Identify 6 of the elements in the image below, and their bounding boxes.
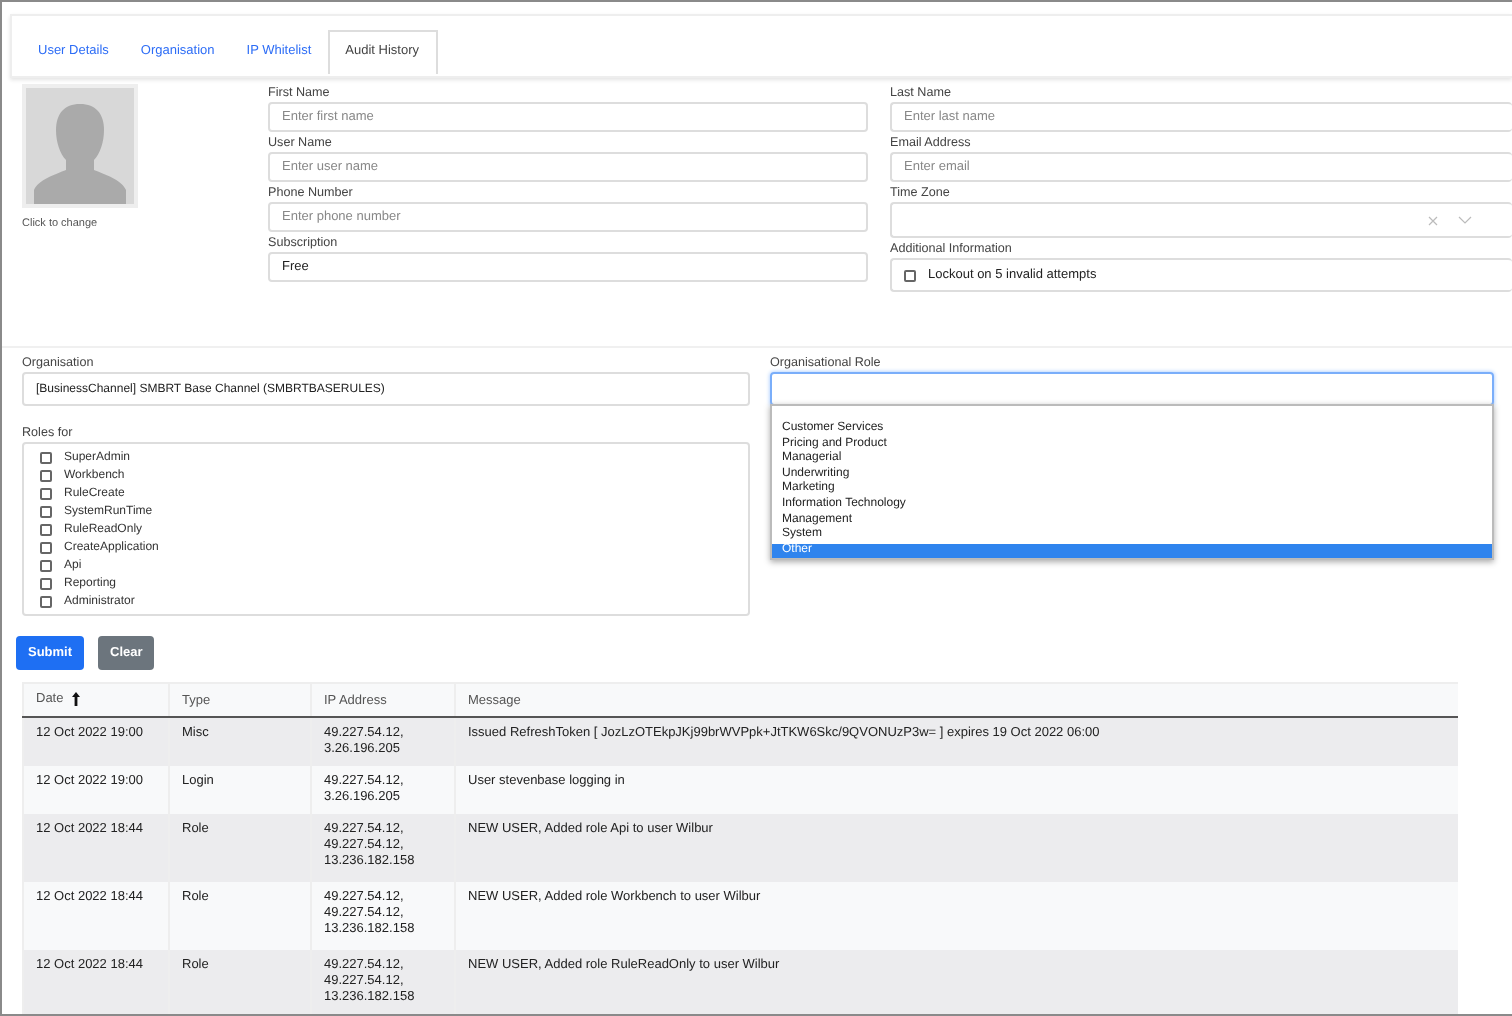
chevron-down-icon[interactable] (1458, 216, 1472, 224)
avatar-placeholder[interactable] (22, 84, 138, 208)
sort-arrow-icon[interactable] (71, 692, 80, 707)
person-silhouette-icon (34, 100, 126, 204)
time-zone-select[interactable] (890, 202, 1512, 238)
clear-icon[interactable] (1428, 215, 1438, 225)
